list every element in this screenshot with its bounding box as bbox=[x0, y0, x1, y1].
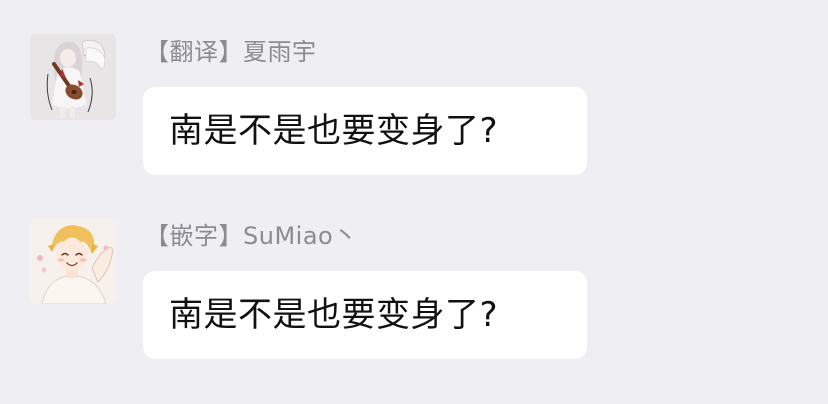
chat-message: 【嵌字】SuMiao丶 南是不是也要变身了? bbox=[0, 184, 828, 364]
avatar[interactable] bbox=[30, 218, 116, 304]
sender-name: 【嵌字】SuMiao丶 bbox=[145, 222, 358, 250]
anime-girl-avatar-icon bbox=[30, 34, 116, 120]
sender-name: 【翻译】夏雨宇 bbox=[145, 38, 317, 66]
anime-boy-avatar-icon bbox=[30, 218, 116, 304]
chat-message: 【翻译】夏雨宇 南是不是也要变身了? bbox=[0, 0, 828, 180]
message-bubble[interactable]: 南是不是也要变身了? bbox=[143, 87, 587, 175]
message-bubble[interactable]: 南是不是也要变身了? bbox=[143, 271, 587, 359]
message-text: 南是不是也要变身了? bbox=[169, 295, 499, 335]
chat-message-list: 【翻译】夏雨宇 南是不是也要变身了? 【嵌字】SuMiao丶 南是不是也要变身了… bbox=[0, 0, 828, 404]
avatar[interactable] bbox=[30, 34, 116, 120]
message-text: 南是不是也要变身了? bbox=[169, 111, 499, 151]
